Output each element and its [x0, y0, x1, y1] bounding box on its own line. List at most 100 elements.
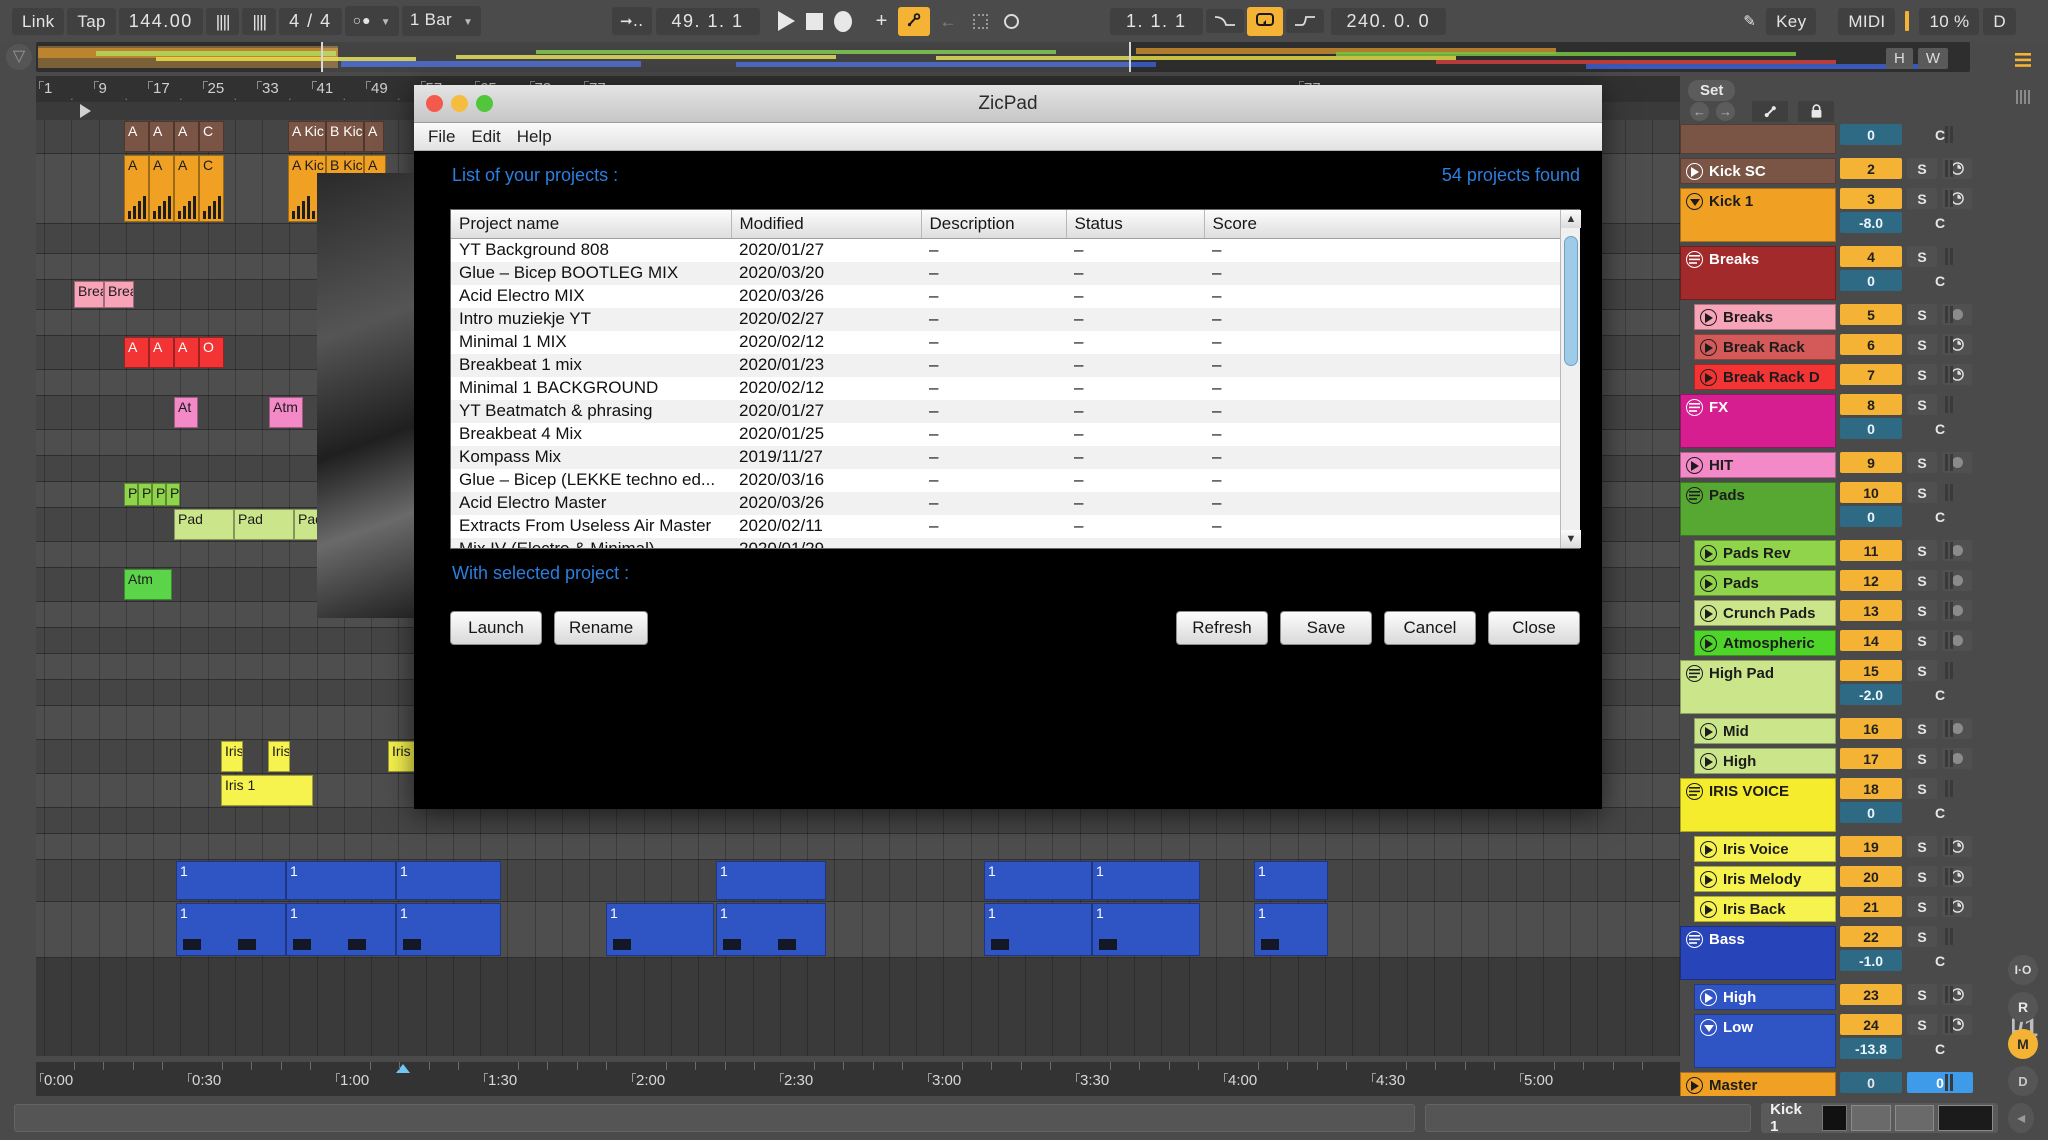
arrangement-clip[interactable]: Iris 1: [221, 775, 313, 806]
groove-pool-icon[interactable]: [2008, 82, 2038, 112]
session-track-row[interactable]: Pads 10 S 0 C: [1680, 482, 2012, 538]
down-icon[interactable]: [1686, 193, 1703, 210]
group-icon[interactable]: [1686, 931, 1703, 948]
track-name-break-rack-d[interactable]: Break Rack D: [1694, 364, 1836, 390]
draw-mode-icon[interactable]: [967, 10, 994, 33]
solo-button[interactable]: S: [1907, 570, 1937, 591]
table-row[interactable]: Minimal 1 MIX 2020/02/12 – – –: [451, 330, 1579, 354]
maximize-icon[interactable]: [476, 95, 493, 112]
table-row[interactable]: Glue – Bicep (LEKKE techno ed... 2020/03/…: [451, 468, 1579, 492]
play-icon[interactable]: [1700, 635, 1717, 652]
track-volume[interactable]: 0: [1840, 418, 1902, 439]
table-row[interactable]: Breakbeat 4 Mix 2020/01/25 – – –: [451, 422, 1579, 446]
session-track-row[interactable]: Bass 22 S -1.0 C: [1680, 926, 2012, 982]
session-track-row[interactable]: High 23 S: [1680, 984, 2012, 1012]
menu-help[interactable]: Help: [517, 127, 552, 147]
menu-edit[interactable]: Edit: [471, 127, 500, 147]
table-row[interactable]: Breakbeat 1 mix 2020/01/23 – – –: [451, 353, 1579, 377]
play-icon[interactable]: [1700, 575, 1717, 592]
table-row[interactable]: Mix IV (Electro & Minimal) 2020/01/29 – – –: [451, 537, 1579, 548]
track-volume[interactable]: 0: [1840, 802, 1902, 823]
next-arrow-icon[interactable]: →: [1716, 102, 1735, 121]
arrangement-clip[interactable]: O: [199, 337, 224, 368]
collapse-arrow-icon[interactable]: ◂: [2008, 1103, 2034, 1133]
stop-icon[interactable]: [805, 12, 823, 30]
solo-button[interactable]: S: [1907, 540, 1937, 561]
group-icon[interactable]: [1686, 487, 1703, 504]
overview-height-button[interactable]: H: [1885, 48, 1913, 69]
session-track-row[interactable]: Iris Melody 20 S: [1680, 866, 2012, 894]
device-chain-bar[interactable]: Kick 1 ◂: [0, 1096, 2048, 1140]
arrangement-clip[interactable]: 1: [286, 861, 396, 900]
session-track-row[interactable]: Crunch Pads 13 S: [1680, 600, 2012, 628]
track-number[interactable]: 13: [1840, 600, 1902, 621]
track-name-breaks[interactable]: Breaks: [1694, 304, 1836, 330]
arrangement-clip[interactable]: P: [166, 483, 180, 506]
track-name-break-rack[interactable]: Break Rack: [1694, 334, 1836, 360]
track-number[interactable]: 19: [1840, 836, 1902, 857]
solo-button[interactable]: S: [1907, 748, 1937, 769]
scroll-down-arrow-icon[interactable]: ▼: [1561, 530, 1581, 548]
delay-toggle[interactable]: D: [2008, 1066, 2038, 1096]
arrangement-position-field[interactable]: 49. 1. 1: [655, 7, 760, 35]
arrangement-clip[interactable]: A: [149, 337, 174, 368]
arrangement-clip[interactable]: Iris: [221, 741, 243, 772]
play-icon[interactable]: [1700, 339, 1717, 356]
arrangement-clip[interactable]: 1: [716, 861, 826, 900]
overview-view-window[interactable]: [321, 42, 1131, 72]
session-track-row[interactable]: High Pad 15 S -2.0 C: [1680, 660, 2012, 716]
track-number[interactable]: 8: [1840, 394, 1902, 415]
track-name-breaks[interactable]: Breaks: [1680, 246, 1836, 300]
link-icon[interactable]: [1752, 101, 1788, 122]
fade-out-icon[interactable]: [1285, 9, 1324, 33]
browser-toggle-icon[interactable]: [2008, 45, 2038, 75]
session-track-row[interactable]: IRIS VOICE 18 S 0 C: [1680, 778, 2012, 834]
arrangement-clip[interactable]: Pa: [124, 483, 138, 506]
arrangement-clip[interactable]: 1: [1092, 861, 1200, 900]
track-name-iris-back[interactable]: Iris Back: [1694, 896, 1836, 922]
pencil-icon[interactable]: ✎: [1737, 8, 1762, 34]
track-name-iris-melody[interactable]: Iris Melody: [1694, 866, 1836, 892]
track-name-low[interactable]: Low: [1694, 1014, 1836, 1068]
tap-tempo-button[interactable]: Tap: [67, 7, 116, 35]
track-number[interactable]: 12: [1840, 570, 1902, 591]
solo-button[interactable]: S: [1907, 778, 1937, 799]
session-track-row[interactable]: Break Rack D 7S: [1680, 364, 2012, 392]
projects-table-wrap[interactable]: Project name Modified Description Status Sco…: [450, 209, 1580, 549]
device-drop-area-2[interactable]: [1425, 1104, 1752, 1132]
track-name-kick-sc[interactable]: Kick SC: [1680, 158, 1836, 184]
arrangement-clip[interactable]: A: [174, 155, 199, 222]
arrangement-clip[interactable]: C: [199, 155, 224, 222]
track-number[interactable]: 11: [1840, 540, 1902, 561]
track-volume[interactable]: 0: [1840, 506, 1902, 527]
track-number[interactable]: 9: [1840, 452, 1902, 473]
session-track-row[interactable]: Low 24 S -13.8 C: [1680, 1014, 2012, 1070]
arrangement-clip[interactable]: Atm: [269, 397, 303, 428]
projects-table[interactable]: Project name Modified Description Status Sco…: [451, 210, 1579, 548]
overview-fold-icon[interactable]: ▽: [6, 44, 32, 70]
solo-button[interactable]: S: [1907, 836, 1937, 857]
track-pan[interactable]: C: [1907, 506, 1973, 527]
loop-length-field[interactable]: 240. 0. 0: [1330, 7, 1447, 35]
arrangement-clip[interactable]: 1: [286, 903, 396, 956]
table-row[interactable]: Intro muziekje YT 2020/02/27 – – –: [451, 307, 1579, 331]
track-pan[interactable]: C: [1907, 950, 1973, 971]
track-name-high[interactable]: High: [1694, 748, 1836, 774]
track-number[interactable]: 10: [1840, 482, 1902, 503]
arrangement-overview[interactable]: [36, 42, 1970, 72]
track-name-atmospheric[interactable]: Atmospheric: [1694, 630, 1836, 656]
track-number[interactable]: 17: [1840, 748, 1902, 769]
session-track-row[interactable]: Iris Back 21 S: [1680, 896, 2012, 924]
solo-button[interactable]: S: [1907, 246, 1937, 267]
track-volume[interactable]: 0: [1840, 124, 1902, 145]
solo-button[interactable]: S: [1907, 158, 1937, 179]
solo-button[interactable]: S: [1907, 630, 1937, 651]
dialog-menubar[interactable]: File Edit Help: [414, 123, 1602, 151]
arrangement-clip[interactable]: A: [174, 337, 199, 368]
track-volume[interactable]: -1.0: [1840, 950, 1902, 971]
arrangement-clip[interactable]: 1: [396, 903, 501, 956]
arrangement-clip[interactable]: 1: [1092, 903, 1200, 956]
track-name-high[interactable]: High: [1694, 984, 1836, 1010]
arrangement-clip[interactable]: 1: [606, 903, 714, 956]
tempo-field[interactable]: 144.00: [118, 7, 203, 35]
